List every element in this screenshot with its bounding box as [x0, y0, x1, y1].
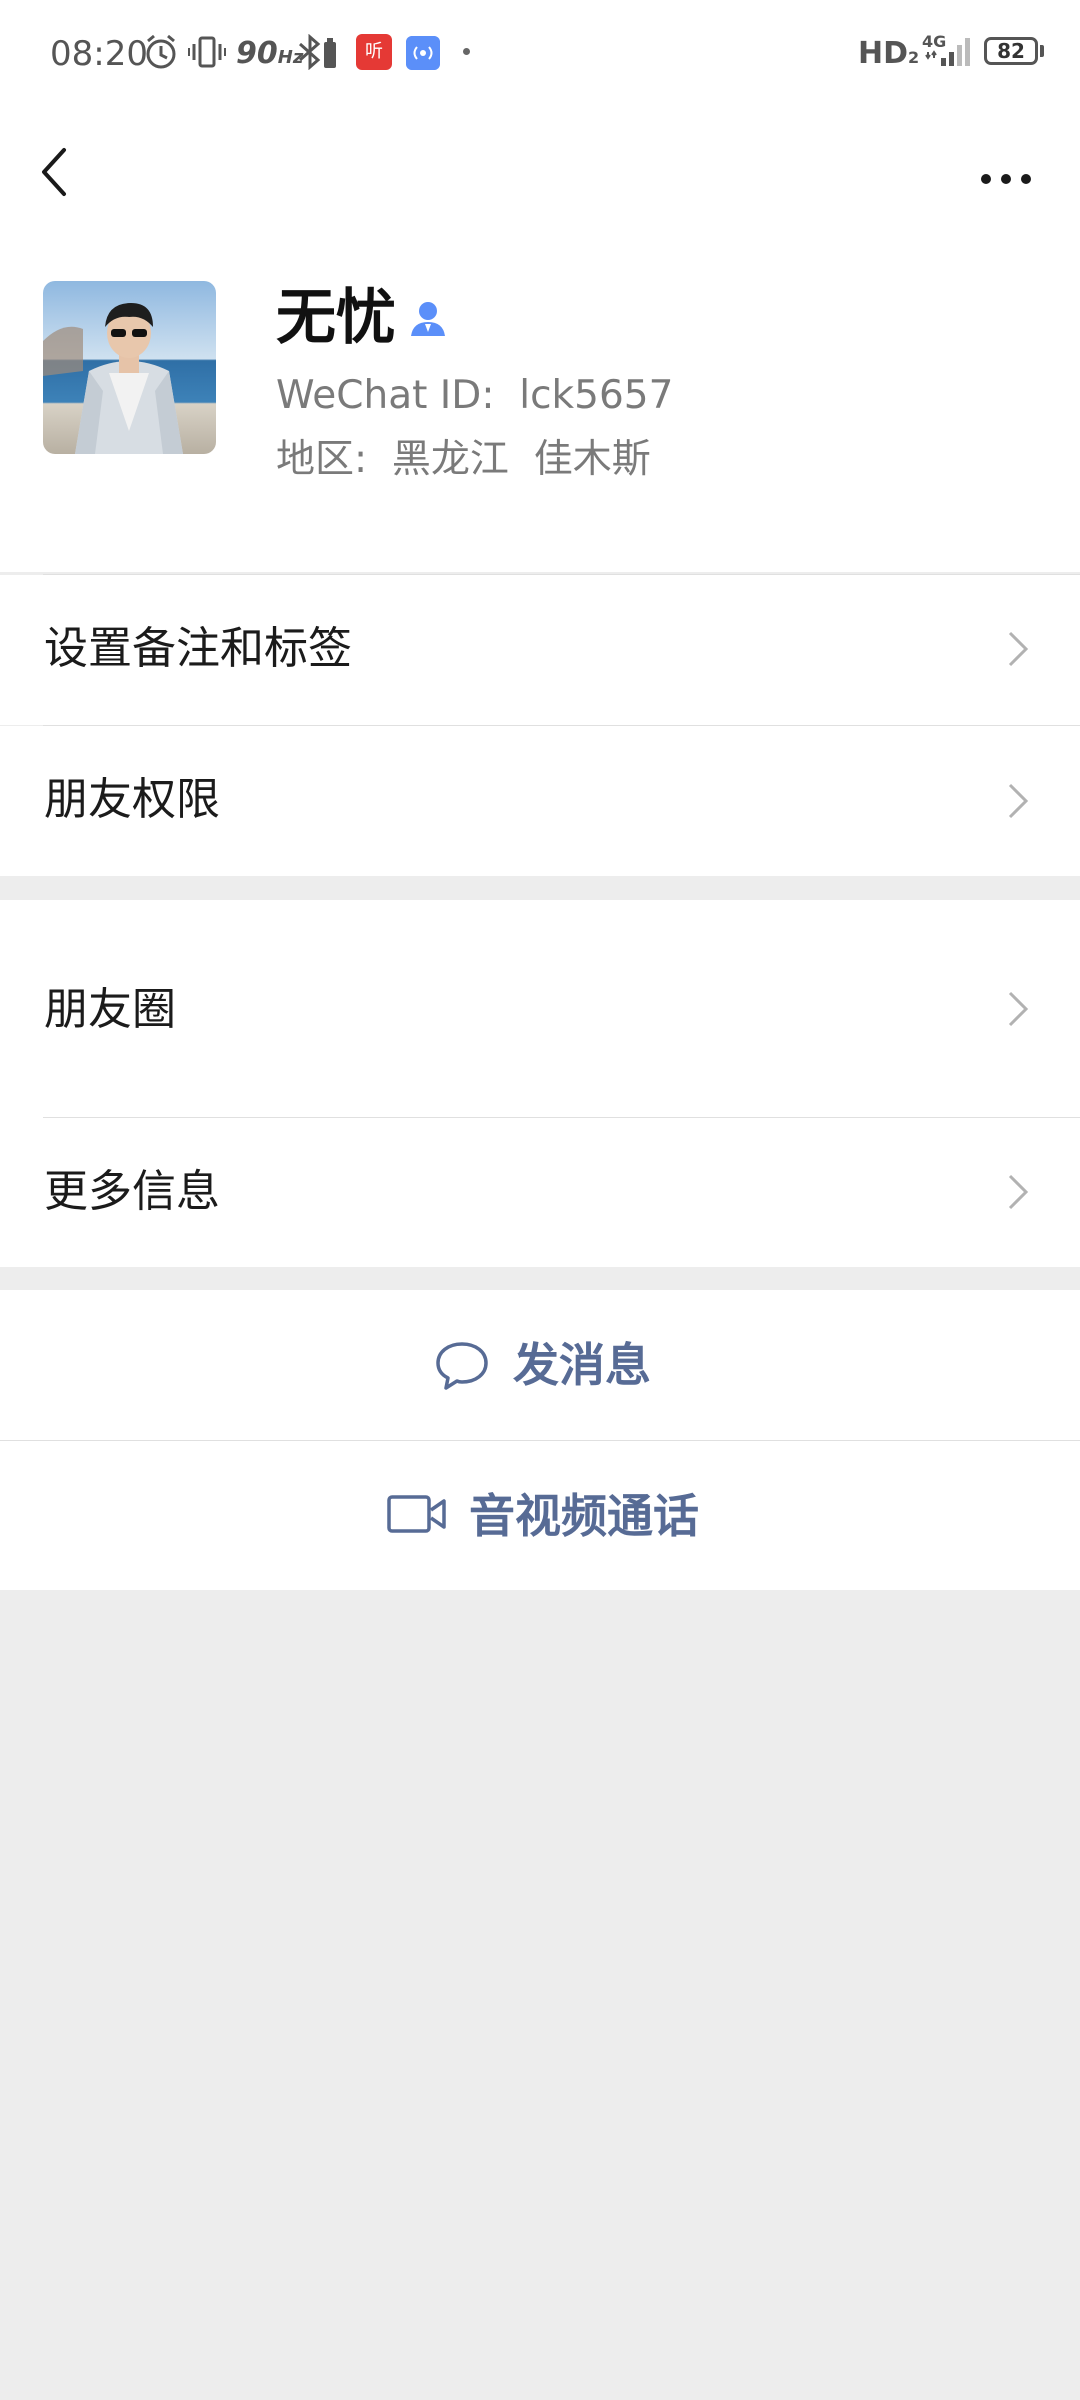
contact-person-icon	[411, 302, 445, 336]
menu-item-remarks-tags[interactable]: 设置备注和标签	[0, 575, 1080, 725]
refresh-rate: 90Hz	[236, 34, 303, 78]
region: 地区: 黑龙江 佳木斯	[276, 437, 651, 482]
contact-name: 无忧	[276, 283, 396, 353]
status-bar: 08:20 90Hz 听 HD2 4G 82	[0, 0, 1080, 108]
video-call-button[interactable]: 音视频通话	[0, 1441, 1080, 1590]
vibrate-icon	[188, 36, 226, 68]
chevron-right-icon	[1008, 631, 1029, 667]
chat-bubble-icon	[436, 1342, 488, 1390]
send-message-label: 发消息	[513, 1338, 651, 1392]
contact-profile-screen: 08:20 90Hz 听 HD2 4G 82 无忧 WeChat ID: lck…	[0, 0, 1080, 2400]
send-message-button[interactable]: 发消息	[0, 1290, 1080, 1440]
chevron-right-icon	[1008, 783, 1029, 819]
notification-dot	[463, 48, 470, 55]
signal-icon	[925, 38, 970, 66]
menu-item-label: 更多信息	[44, 1166, 220, 1217]
status-time: 08:20	[50, 34, 148, 74]
top-nav	[0, 108, 1080, 238]
more-dots-icon[interactable]	[966, 134, 1046, 204]
menu-item-friend-permissions[interactable]: 朋友权限	[0, 726, 1080, 876]
chevron-right-icon	[1008, 1174, 1029, 1210]
hd-label: HD	[858, 36, 909, 71]
hd-indicator: HD2	[858, 34, 919, 78]
menu-item-label: 朋友圈	[44, 984, 176, 1035]
menu-item-label: 朋友权限	[44, 774, 220, 825]
refresh-rate-value: 90	[236, 36, 278, 71]
wechat-id: WeChat ID: lck5657	[276, 373, 674, 418]
video-call-label: 音视频通话	[469, 1489, 699, 1543]
video-camera-icon	[387, 1495, 446, 1533]
back-chevron-icon[interactable]	[20, 134, 90, 204]
chevron-right-icon	[1008, 991, 1029, 1027]
alarm-icon	[146, 34, 176, 69]
menu-item-moments[interactable]: 朋友圈	[0, 900, 1080, 1118]
bluetooth-icon	[299, 34, 336, 70]
battery-icon: 82	[984, 37, 1038, 65]
avatar[interactable]	[43, 281, 216, 454]
avatar-photo	[43, 281, 216, 454]
menu-item-label: 设置备注和标签	[44, 623, 352, 674]
ximalaya-app-icon: 听	[356, 34, 392, 70]
profile-header: 无忧 WeChat ID: lck5657 地区: 黑龙江 佳木斯	[0, 108, 1080, 572]
hd-sub: 2	[908, 48, 920, 67]
hotspot-app-icon	[406, 36, 440, 70]
menu-item-more-info[interactable]: 更多信息	[0, 1118, 1080, 1267]
battery-cap	[1040, 45, 1044, 57]
